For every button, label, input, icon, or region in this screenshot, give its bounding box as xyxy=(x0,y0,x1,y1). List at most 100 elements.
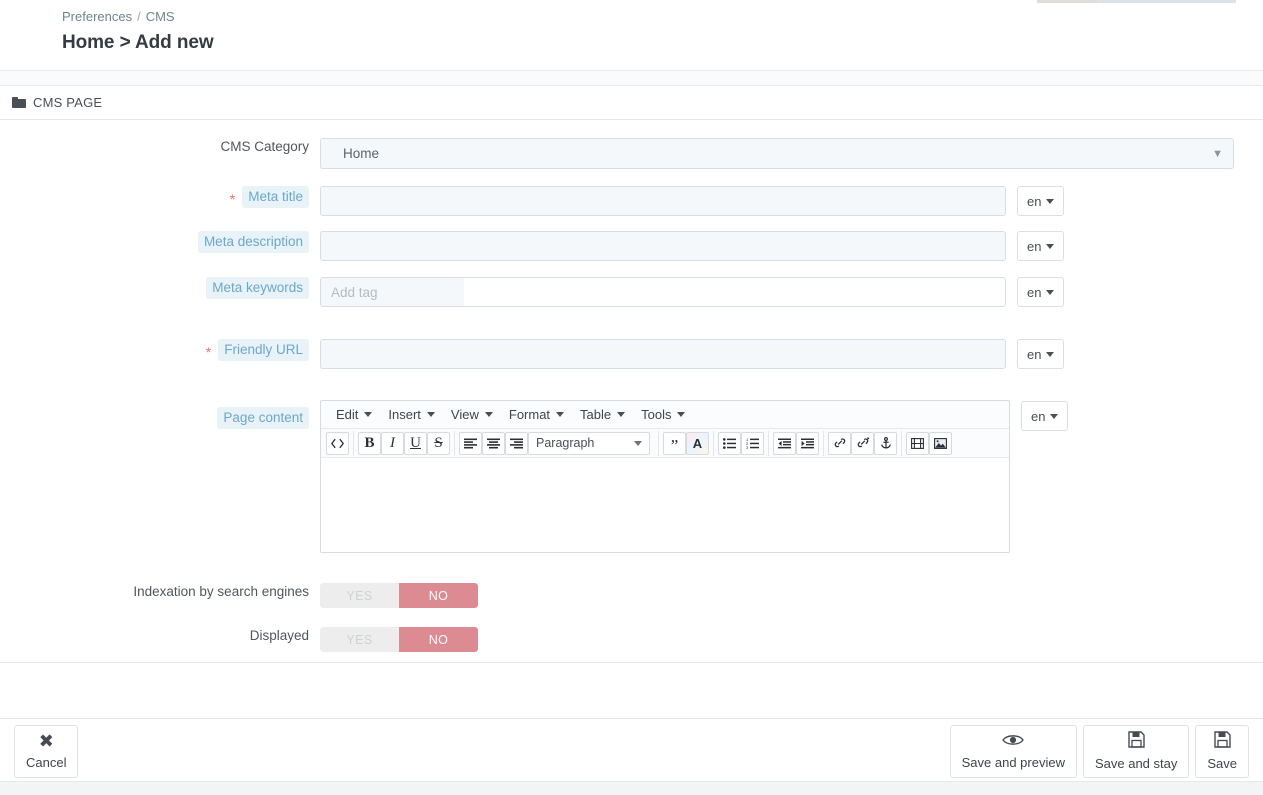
strikethrough-icon[interactable]: S xyxy=(427,431,450,455)
label-meta-description: Meta description xyxy=(197,231,309,253)
editor-menu-view[interactable]: View xyxy=(443,405,501,424)
editor-content-area[interactable] xyxy=(321,458,1009,552)
friendly-url-input[interactable] xyxy=(320,339,1006,369)
save-and-preview-button[interactable]: Save and preview xyxy=(949,724,1077,778)
link-icon[interactable] xyxy=(828,431,851,455)
required-marker-friendly-url: * xyxy=(205,344,212,360)
caret-down-icon xyxy=(484,412,493,417)
label-cms-category-wrap: CMS Category xyxy=(0,138,320,156)
footer-right-group: Save and preview Save and stay Save xyxy=(949,724,1249,778)
meta-description-language-button[interactable]: en xyxy=(1017,231,1065,261)
toolbar-group-quote-color: ” A xyxy=(663,430,714,456)
breadcrumb-parent[interactable]: Preferences xyxy=(62,9,132,24)
floppy-icon xyxy=(1127,731,1145,751)
footer-bottom-strip xyxy=(0,781,1263,795)
cancel-button-label: Cancel xyxy=(26,755,67,770)
meta-title-language-button[interactable]: en xyxy=(1017,186,1065,216)
align-right-icon[interactable] xyxy=(505,431,528,455)
label-displayed: Displayed xyxy=(249,628,309,643)
indent-icon[interactable] xyxy=(796,431,819,455)
displayed-switch: YES NO xyxy=(320,627,478,652)
page-header: Preferences / CMS Home > Add new xyxy=(0,0,1263,54)
anchor-icon[interactable] xyxy=(874,431,897,455)
toolbar-group-media xyxy=(906,431,956,456)
rich-text-editor: Edit Insert View Format Table Tools B I … xyxy=(320,400,1010,553)
friendly-url-language-label: en xyxy=(1027,346,1042,362)
top-cutoff-element xyxy=(1037,0,1236,3)
underline-icon[interactable]: U xyxy=(404,431,427,455)
toolbar-group-link xyxy=(828,430,902,456)
caret-down-icon xyxy=(556,412,565,417)
editor-menu-format[interactable]: Format xyxy=(501,405,572,424)
caret-down-icon xyxy=(364,412,373,417)
align-left-icon[interactable] xyxy=(459,431,482,455)
editor-menu-format-label: Format xyxy=(508,407,551,422)
caret-down-icon xyxy=(1046,243,1055,249)
indexation-switch-no[interactable]: NO xyxy=(399,583,478,608)
meta-keywords-input[interactable] xyxy=(321,278,464,306)
meta-keywords-tag-field[interactable] xyxy=(320,277,1006,307)
control-cms-category: Home ▼ xyxy=(320,138,1263,169)
control-meta-title: en xyxy=(320,186,1263,216)
meta-keywords-language-label: en xyxy=(1027,284,1042,300)
page-title: Home > Add new xyxy=(62,32,214,53)
meta-title-input[interactable] xyxy=(320,186,1006,216)
page-content-language-button[interactable]: en xyxy=(1021,401,1069,431)
label-meta-keywords-wrap: Meta keywords xyxy=(0,277,320,299)
caret-down-icon xyxy=(634,440,642,446)
label-meta-description-wrap: Meta description xyxy=(0,231,320,253)
source-code-icon[interactable] xyxy=(326,431,349,455)
control-meta-keywords: en xyxy=(320,277,1263,307)
footer-left-group: ✖ Cancel xyxy=(14,724,79,778)
cms-category-select[interactable]: Home xyxy=(320,138,1234,169)
indexation-switch-yes[interactable]: YES xyxy=(320,583,399,608)
label-friendly-url: Friendly URL xyxy=(218,339,309,361)
control-friendly-url: en xyxy=(320,339,1263,369)
image-icon[interactable] xyxy=(929,431,952,455)
label-meta-title: Meta title xyxy=(242,186,309,208)
align-center-icon[interactable] xyxy=(482,431,505,455)
label-page-content: Page content xyxy=(217,407,309,429)
form-row-meta-title: * Meta title en xyxy=(0,186,1263,216)
displayed-switch-no[interactable]: NO xyxy=(399,627,478,652)
form-row-page-content: Page content Edit Insert View Format Tab… xyxy=(0,400,1263,553)
meta-description-input[interactable] xyxy=(320,231,1006,261)
label-cms-category: CMS Category xyxy=(220,139,309,154)
caret-down-icon xyxy=(677,412,686,417)
meta-title-language-label: en xyxy=(1027,193,1042,209)
blockquote-icon[interactable]: ” xyxy=(663,431,686,455)
floppy-icon xyxy=(1213,731,1231,751)
svg-text:3: 3 xyxy=(746,445,749,449)
panel-body: CMS Category Home ▼ * Meta title en Meta… xyxy=(0,120,1263,662)
label-friendly-url-wrap: * Friendly URL xyxy=(0,339,320,361)
toolbar-group-source xyxy=(326,430,354,456)
text-color-icon[interactable]: A xyxy=(686,431,709,455)
unlink-icon[interactable] xyxy=(851,431,874,455)
save-button[interactable]: Save xyxy=(1195,724,1249,778)
format-paragraph-select[interactable]: Paragraph xyxy=(528,431,650,455)
editor-menu-insert[interactable]: Insert xyxy=(380,405,443,424)
label-page-content-wrap: Page content xyxy=(0,400,320,429)
format-paragraph-label: Paragraph xyxy=(536,436,595,450)
bold-icon[interactable]: B xyxy=(358,431,381,455)
save-and-stay-button[interactable]: Save and stay xyxy=(1082,724,1190,778)
italic-icon[interactable]: I xyxy=(381,431,404,455)
outdent-icon[interactable] xyxy=(773,431,796,455)
numbered-list-icon[interactable]: 1 2 3 xyxy=(741,431,764,455)
breadcrumb-current[interactable]: CMS xyxy=(146,9,175,24)
save-button-label: Save xyxy=(1207,756,1237,771)
editor-menu-table[interactable]: Table xyxy=(572,405,633,424)
cancel-button[interactable]: ✖ Cancel xyxy=(14,724,79,778)
editor-menu-edit[interactable]: Edit xyxy=(328,405,380,424)
editor-menu-tools[interactable]: Tools xyxy=(633,405,693,424)
toolbar-group-text-style: B I U S xyxy=(358,430,455,456)
displayed-switch-yes[interactable]: YES xyxy=(320,627,399,652)
label-displayed-wrap: Displayed xyxy=(0,627,320,645)
toolbar-group-align: Paragraph xyxy=(459,430,659,456)
media-icon[interactable] xyxy=(906,431,929,455)
caret-down-icon xyxy=(1050,413,1059,419)
label-meta-keywords: Meta keywords xyxy=(206,277,309,299)
meta-keywords-language-button[interactable]: en xyxy=(1017,277,1065,307)
bullet-list-icon[interactable] xyxy=(718,431,741,455)
friendly-url-language-button[interactable]: en xyxy=(1017,339,1065,369)
